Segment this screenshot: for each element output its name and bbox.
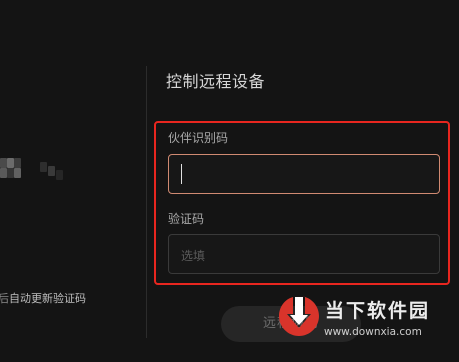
- panel-divider: [146, 66, 147, 338]
- partner-id-input[interactable]: [168, 154, 440, 194]
- partner-id-label: 伙伴识别码: [168, 131, 229, 145]
- verification-code-input[interactable]: 选填: [168, 234, 440, 274]
- blur-block: [40, 162, 47, 172]
- blur-block: [48, 166, 55, 176]
- watermark-url: www.downxia.com: [324, 326, 422, 338]
- left-panel: 后自动更新验证码: [0, 0, 146, 362]
- watermark: 当下软件园 www.downxia.com: [275, 294, 459, 362]
- auto-update-label: 自动更新验证码: [9, 292, 86, 305]
- watermark-title: 当下软件园: [325, 300, 431, 322]
- blur-block: [0, 158, 7, 168]
- auto-update-code-link[interactable]: 后自动更新验证码: [0, 290, 86, 306]
- downxia-logo-icon: [279, 296, 319, 336]
- blur-block: [7, 158, 14, 168]
- control-remote-title: 控制远程设备: [166, 72, 266, 91]
- blur-block: [0, 168, 7, 178]
- verification-code-label: 验证码: [168, 212, 205, 226]
- blur-block: [56, 170, 63, 180]
- verification-code-placeholder: 选填: [181, 249, 206, 263]
- auto-update-prefix: 后: [0, 292, 9, 305]
- blur-block: [14, 158, 21, 168]
- text-caret: [181, 164, 182, 184]
- blur-block: [14, 168, 21, 178]
- blur-block: [7, 168, 14, 178]
